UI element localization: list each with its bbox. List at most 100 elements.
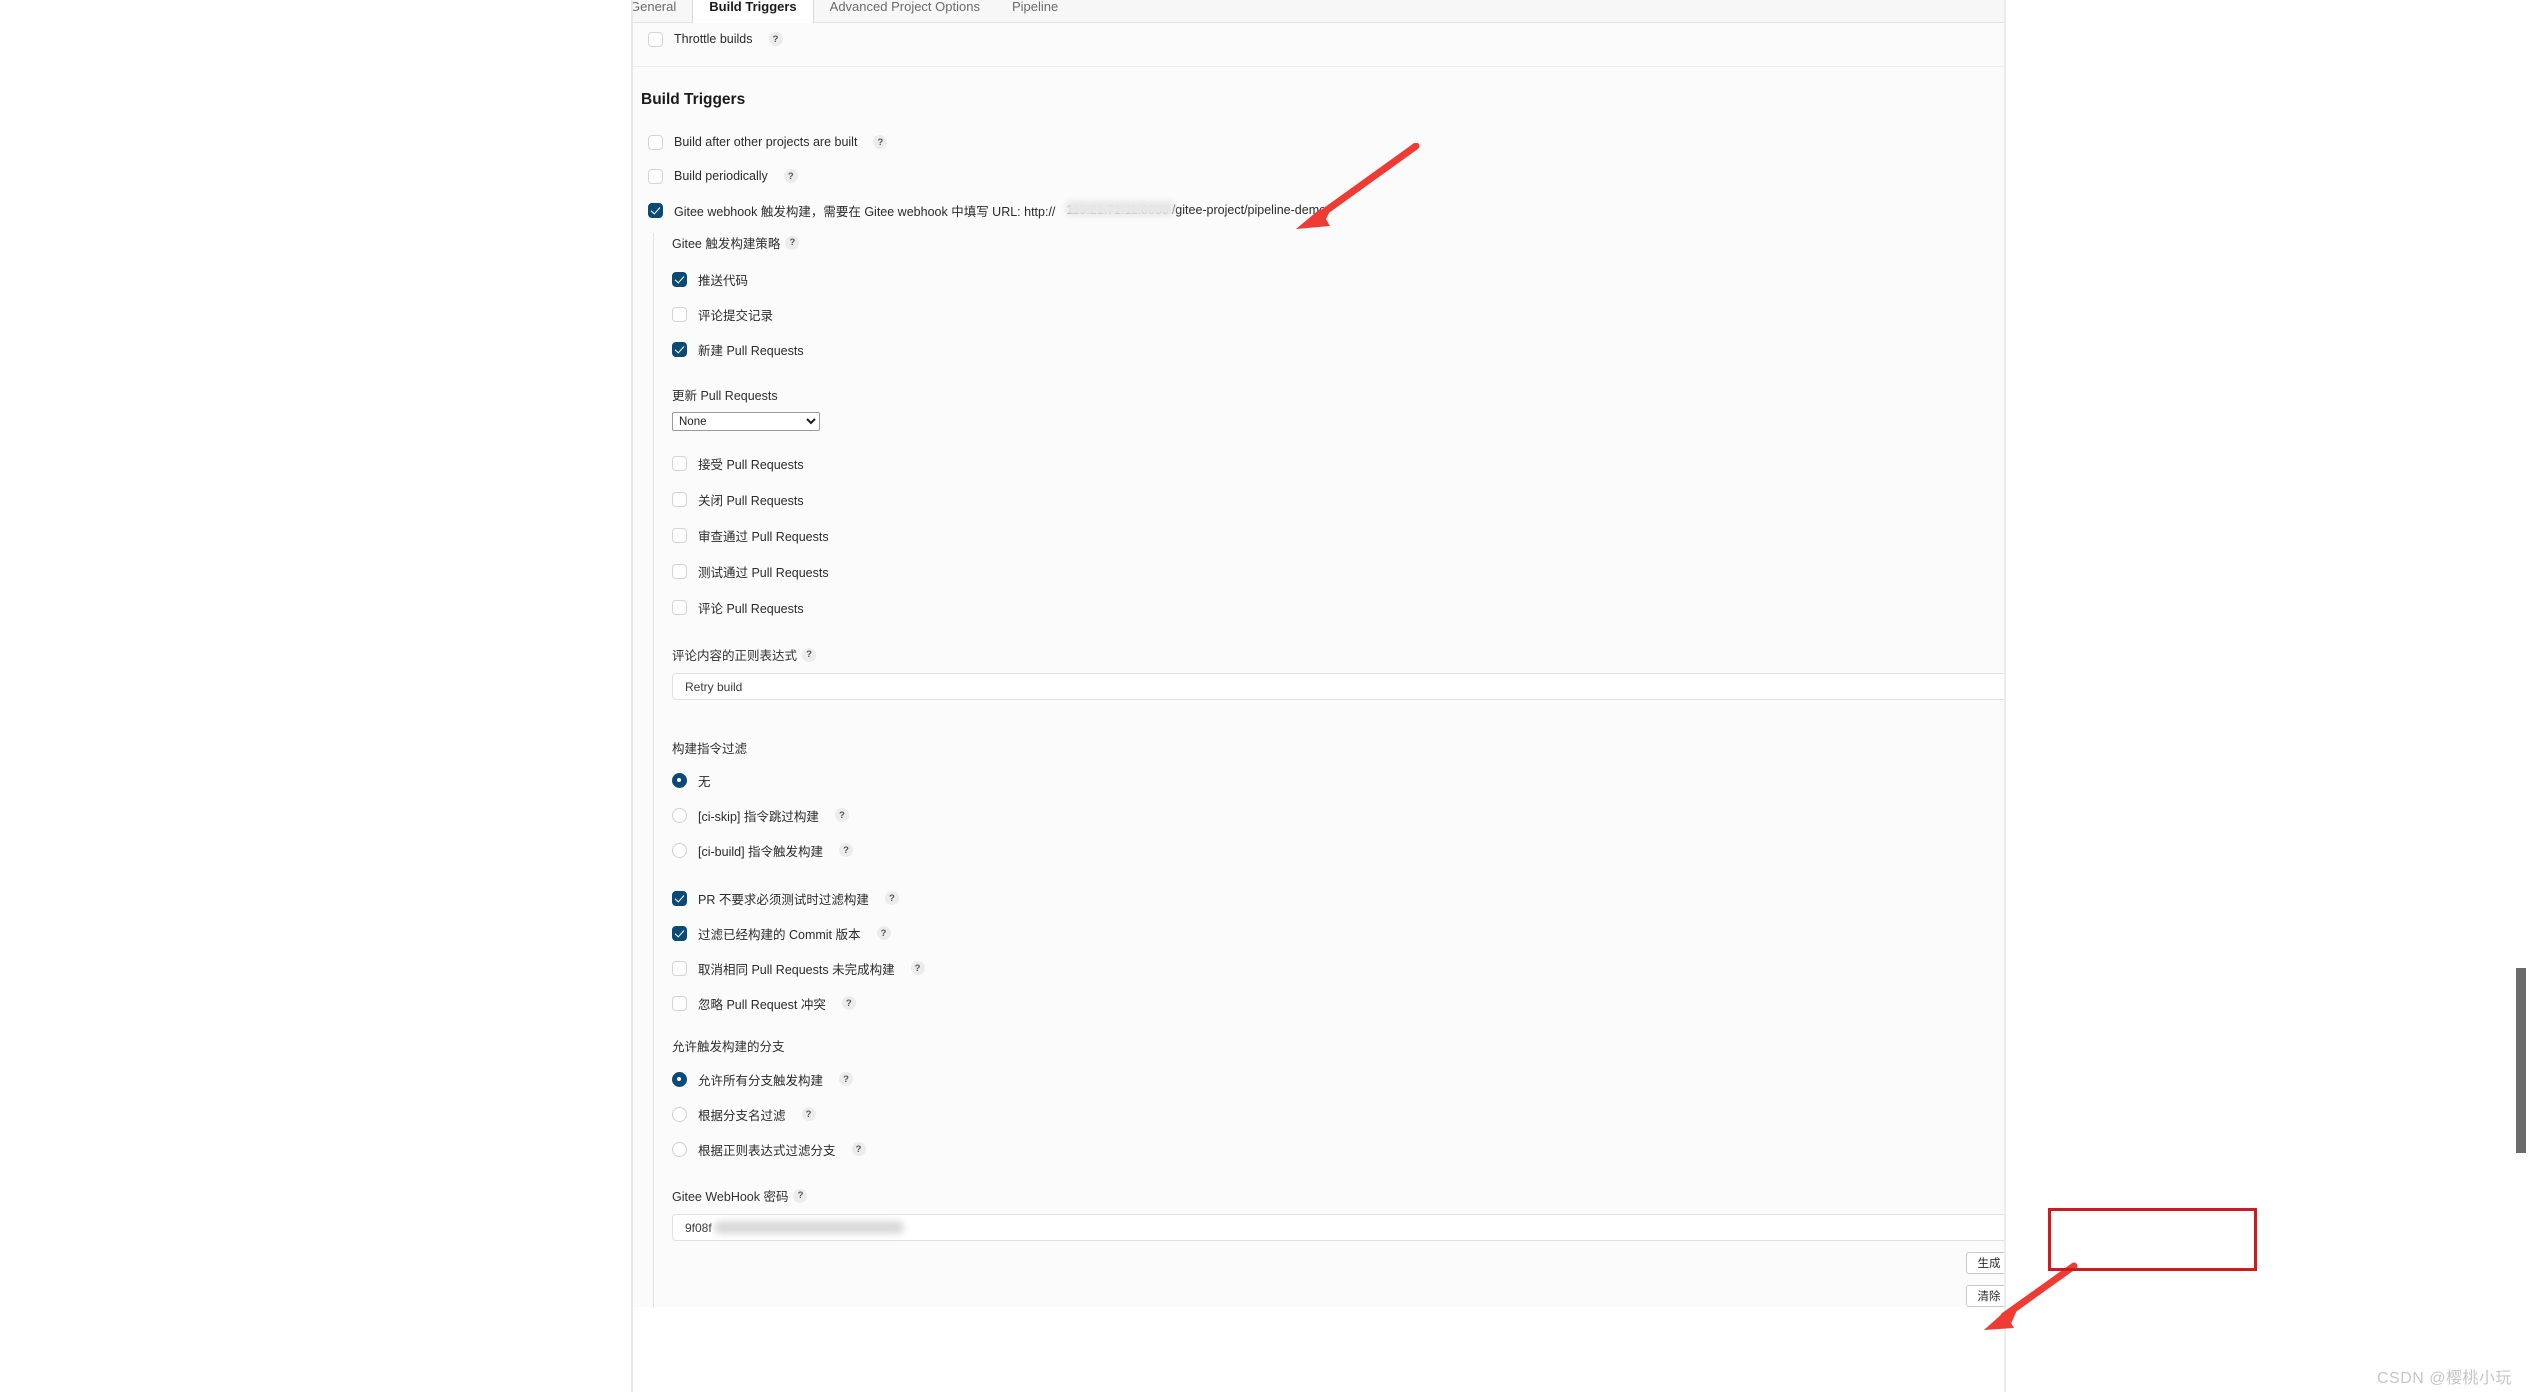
config-form-card: General Build Triggers Advanced Project … <box>631 0 2006 1398</box>
command-filter-ci-build-row[interactable]: [ci-build] 指令触发构建 ? <box>672 839 2004 861</box>
config-tabstrip: General Build Triggers Advanced Project … <box>633 0 2004 23</box>
branch-allow-all-radio[interactable] <box>672 1071 687 1087</box>
help-icon[interactable]: ? <box>801 1107 816 1121</box>
help-icon[interactable]: ? <box>783 169 798 183</box>
pr-no-test-required-row[interactable]: PR 不要求必须测试时过滤构建 ? <box>672 887 2004 909</box>
ignore-pr-conflict-checkbox[interactable] <box>672 995 687 1011</box>
generate-password-button[interactable]: 生成 <box>1966 1252 2004 1274</box>
help-icon[interactable]: ? <box>873 135 888 149</box>
command-filter-ci-skip-radio[interactable] <box>672 807 687 823</box>
webhook-password-input[interactable] <box>672 1214 2004 1241</box>
command-filter-ci-build-label: [ci-build] 指令触发构建 <box>698 844 824 859</box>
help-icon[interactable]: ? <box>841 996 856 1010</box>
branch-filter-group: 允许触发构建的分支 允许所有分支触发构建 ? 根据分支名过滤 ? 根据正则表达式… <box>672 1036 2004 1160</box>
comment-regex-label-row: 评论内容的正则表达式 ? <box>672 645 2004 664</box>
help-icon[interactable]: ? <box>851 1142 866 1156</box>
command-filter-ci-skip-row[interactable]: [ci-skip] 指令跳过构建 ? <box>672 804 2004 826</box>
vertical-scrollbar-thumb[interactable] <box>2516 968 2526 1153</box>
branch-by-regex-row[interactable]: 根据正则表达式过滤分支 ? <box>672 1138 2004 1160</box>
webhook-password-group: Gitee WebHook 密码 ? 生成 清除 <box>672 1186 2004 1307</box>
pr-accept-checkbox[interactable] <box>672 455 687 471</box>
pr-test-passed-checkbox[interactable] <box>672 563 687 579</box>
tab-pipeline[interactable]: Pipeline <box>996 0 1074 23</box>
pr-review-passed-checkbox[interactable] <box>672 527 687 543</box>
update-pull-requests-label: 更新 Pull Requests <box>672 389 778 403</box>
gitee-webhook-url-host: 119.21.71.11:8080 <box>1066 203 1169 217</box>
gitee-strategy-label: Gitee 触发构建策略 <box>672 237 781 251</box>
webhook-password-label: Gitee WebHook 密码 <box>672 1190 789 1204</box>
help-icon[interactable]: ? <box>802 647 817 662</box>
build-periodically-label: Build periodically <box>674 169 768 183</box>
help-icon[interactable]: ? <box>834 808 849 822</box>
section-divider <box>633 66 2004 67</box>
event-comment-commit-row[interactable]: 评论提交记录 <box>672 303 2004 325</box>
help-icon[interactable]: ? <box>839 1072 854 1086</box>
build-triggers-heading: Build Triggers <box>641 91 746 108</box>
pr-close-row[interactable]: 关闭 Pull Requests <box>672 488 2004 510</box>
update-pull-requests-select[interactable]: None <box>672 412 820 431</box>
event-new-pull-requests-row[interactable]: 新建 Pull Requests <box>672 338 2004 360</box>
command-filter-ci-skip-label: [ci-skip] 指令跳过构建 <box>698 809 819 824</box>
filter-built-commit-checkbox[interactable] <box>672 925 687 941</box>
pr-test-passed-label: 测试通过 Pull Requests <box>698 565 829 580</box>
gitee-strategy-group: Gitee 触发构建策略 ? 推送代码 评论提交记录 新建 Pull Reque… <box>653 233 2004 1307</box>
pr-test-passed-row[interactable]: 测试通过 Pull Requests <box>672 560 2004 582</box>
pr-comment-row[interactable]: 评论 Pull Requests <box>672 596 2004 618</box>
filter-built-commit-row[interactable]: 过滤已经构建的 Commit 版本 ? <box>672 922 2004 944</box>
comment-regex-input[interactable] <box>672 673 2004 700</box>
branch-filter-label: 允许触发构建的分支 <box>672 1040 785 1054</box>
branch-allow-all-row[interactable]: 允许所有分支触发构建 ? <box>672 1068 2004 1090</box>
pr-comment-label: 评论 Pull Requests <box>698 601 804 616</box>
pr-comment-checkbox[interactable] <box>672 599 687 615</box>
build-periodically-checkbox[interactable] <box>648 168 663 184</box>
pr-close-checkbox[interactable] <box>672 491 687 507</box>
pr-accept-row[interactable]: 接受 Pull Requests <box>672 452 2004 474</box>
build-filter-group: PR 不要求必须测试时过滤构建 ? 过滤已经构建的 Commit 版本 ? 取消… <box>672 887 2004 1014</box>
event-push-code-checkbox[interactable] <box>672 271 687 287</box>
command-filter-ci-build-radio[interactable] <box>672 842 687 858</box>
cancel-same-pr-build-row[interactable]: 取消相同 Pull Requests 未完成构建 ? <box>672 957 2004 979</box>
command-filter-group: 构建指令过滤 无 [ci-skip] 指令跳过构建 ? [ci-build] 指… <box>672 738 2004 861</box>
tab-build-triggers[interactable]: Build Triggers <box>692 0 814 23</box>
tab-advanced-project-options[interactable]: Advanced Project Options <box>814 0 996 23</box>
page-left-margin <box>0 0 631 1398</box>
help-icon[interactable]: ? <box>910 961 925 975</box>
help-icon[interactable]: ? <box>793 1188 808 1203</box>
pr-review-passed-row[interactable]: 审查通过 Pull Requests <box>672 524 2004 546</box>
cancel-same-pr-build-checkbox[interactable] <box>672 960 687 976</box>
webhook-password-label-row: Gitee WebHook 密码 ? <box>672 1186 2004 1205</box>
throttle-builds-row[interactable]: Throttle builds ? <box>633 23 2004 55</box>
event-push-code-row[interactable]: 推送代码 <box>672 268 2004 290</box>
screenshot-root: General Build Triggers Advanced Project … <box>0 0 2530 1398</box>
command-filter-none-radio[interactable] <box>672 772 687 788</box>
build-periodically-row[interactable]: Build periodically ? <box>648 165 2004 187</box>
branch-by-regex-radio[interactable] <box>672 1141 687 1157</box>
gitee-webhook-trigger-checkbox[interactable] <box>648 202 663 218</box>
clear-password-button[interactable]: 清除 <box>1966 1285 2004 1307</box>
pr-no-test-required-checkbox[interactable] <box>672 890 687 906</box>
event-comment-commit-checkbox[interactable] <box>672 306 687 322</box>
event-new-pull-requests-checkbox[interactable] <box>672 341 687 357</box>
branch-by-name-row[interactable]: 根据分支名过滤 ? <box>672 1103 2004 1125</box>
filter-built-commit-label: 过滤已经构建的 Commit 版本 <box>698 927 861 942</box>
command-filter-none-row[interactable]: 无 <box>672 769 2004 791</box>
tab-general[interactable]: General <box>633 0 692 23</box>
gitee-webhook-trigger-row[interactable]: Gitee webhook 触发构建，需要在 Gitee webhook 中填写… <box>648 199 2004 221</box>
generate-button-row: 生成 <box>672 1252 2004 1274</box>
ignore-pr-conflict-label: 忽略 Pull Request 冲突 <box>698 997 826 1012</box>
gitee-webhook-url-path: /gitee-project/pipeline-demo <box>1171 203 1327 217</box>
help-icon[interactable]: ? <box>768 32 783 46</box>
help-icon[interactable]: ? <box>876 926 891 940</box>
help-icon[interactable]: ? <box>785 235 800 250</box>
ignore-pr-conflict-row[interactable]: 忽略 Pull Request 冲突 ? <box>672 992 2004 1014</box>
build-after-other-projects-checkbox[interactable] <box>648 134 663 150</box>
build-after-other-projects-row[interactable]: Build after other projects are built ? <box>648 131 2004 153</box>
help-icon[interactable]: ? <box>884 891 899 905</box>
comment-regex-group: 评论内容的正则表达式 ? <box>672 645 2004 700</box>
help-icon[interactable]: ? <box>839 843 854 857</box>
csdn-watermark: CSDN @樱桃小玩 <box>2376 1370 2512 1387</box>
page-right-margin <box>2006 0 2530 1398</box>
branch-by-name-label: 根据分支名过滤 <box>698 1108 786 1123</box>
throttle-builds-checkbox[interactable] <box>648 31 663 47</box>
branch-by-name-radio[interactable] <box>672 1106 687 1122</box>
